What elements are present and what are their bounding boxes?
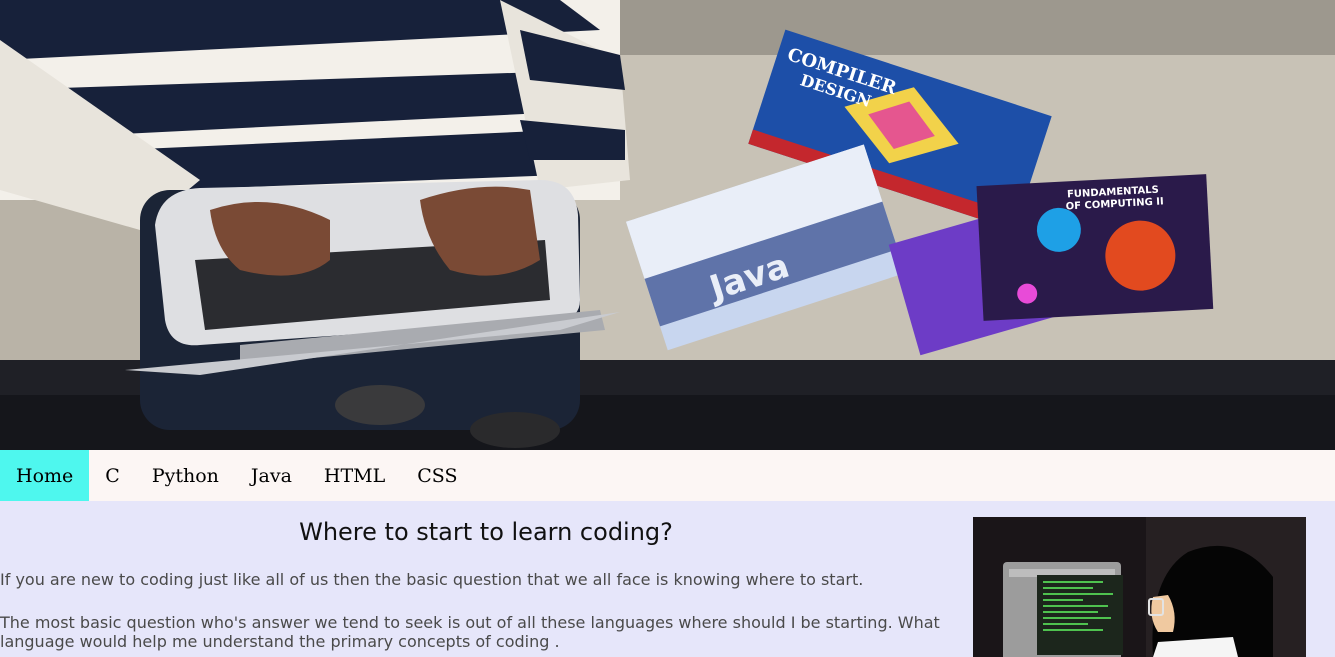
hero-image: COMPILER DESIGN Java FUNDAMENTALS OF COM… — [0, 0, 1335, 450]
main-nav: Home C Python Java HTML CSS — [0, 450, 1335, 501]
page-title: Where to start to learn coding? — [299, 518, 673, 546]
question-paragraph: The most basic question who's answer we … — [0, 613, 940, 651]
main-content: Where to start to learn coding? If you a… — [0, 501, 960, 651]
intro-paragraph: If you are new to coding just like all o… — [0, 570, 864, 589]
nav-item-home[interactable]: Home — [0, 450, 90, 501]
nav-item-java[interactable]: Java — [235, 450, 308, 501]
nav-item-c[interactable]: C — [89, 450, 136, 501]
nav-item-html[interactable]: HTML — [308, 450, 401, 501]
nav-item-python[interactable]: Python — [136, 450, 235, 501]
coder-illustration — [973, 517, 1306, 657]
nav-item-css[interactable]: CSS — [401, 450, 473, 501]
